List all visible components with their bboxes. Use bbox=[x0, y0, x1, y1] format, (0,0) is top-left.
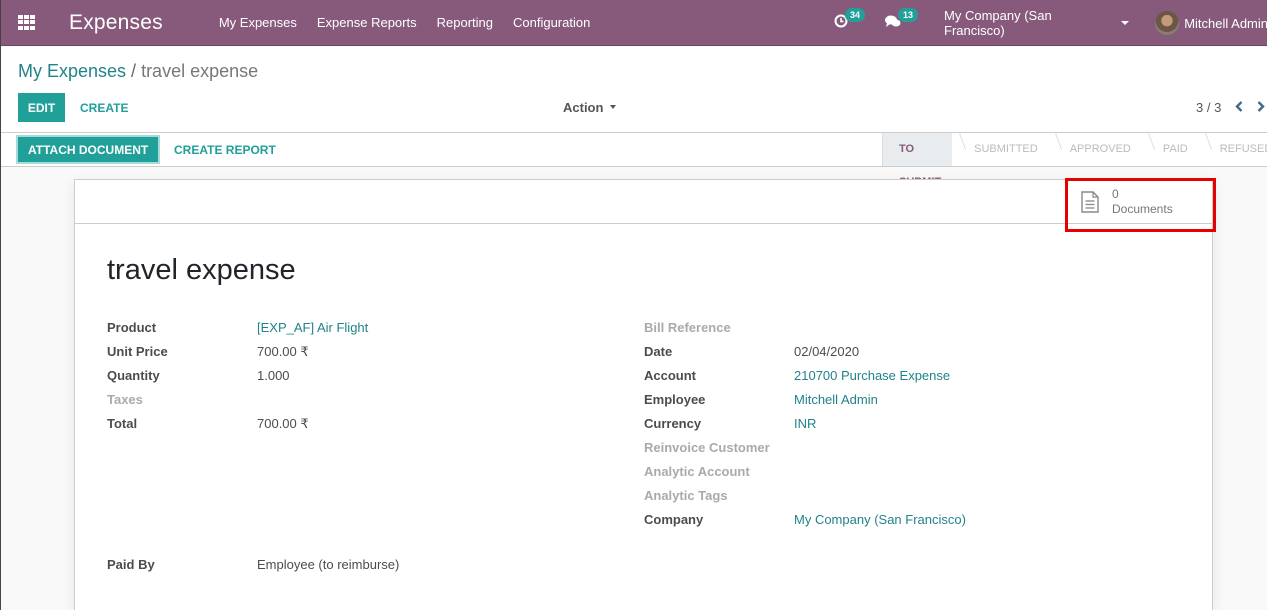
field-label: Date bbox=[644, 344, 673, 359]
currency-value[interactable]: INR bbox=[794, 412, 816, 436]
field-label: Analytic Account bbox=[644, 464, 750, 479]
app-title: Expenses bbox=[69, 10, 163, 34]
field-paid-by: Paid By Employee (to reimburse) bbox=[107, 553, 399, 577]
attach-document-button[interactable]: ATTACH DOCUMENT bbox=[16, 135, 161, 164]
record-title: travel expense bbox=[107, 254, 296, 286]
form-statusbar: ATTACH DOCUMENT CREATE REPORT TO SUBMIT … bbox=[1, 133, 1267, 188]
action-dropdown[interactable]: Action bbox=[563, 100, 617, 115]
activity-button[interactable]: 34 bbox=[834, 7, 866, 33]
main-menu: My Expenses Expense Reports Reporting Co… bbox=[219, 15, 610, 30]
create-button[interactable]: CREATE bbox=[73, 93, 135, 122]
document-icon bbox=[1081, 191, 1099, 213]
company-value[interactable]: My Company (San Francisco) bbox=[794, 508, 966, 532]
message-count-badge: 13 bbox=[898, 7, 919, 22]
field-label: Employee bbox=[644, 392, 706, 407]
breadcrumb-my-expenses[interactable]: My Expenses bbox=[18, 61, 126, 81]
stage-to-submit[interactable]: TO SUBMIT bbox=[882, 133, 953, 188]
pager-value[interactable]: 3 / 3 bbox=[1196, 100, 1221, 115]
menu-expense-reports[interactable]: Expense Reports bbox=[317, 15, 417, 30]
field-taxes: Taxes bbox=[107, 388, 368, 412]
documents-label: Documents bbox=[1112, 202, 1173, 216]
systray: 34 13 My Company (San Francisco) Mitchel… bbox=[834, 0, 1267, 46]
field-total: Total 700.00 ₹ bbox=[107, 412, 368, 436]
right-field-group: Bill Reference Date 02/04/2020 Account 2… bbox=[644, 316, 966, 532]
date-value: 02/04/2020 bbox=[794, 344, 860, 359]
paid-by-value: Employee (to reimburse) bbox=[257, 557, 400, 572]
field-label: Account bbox=[644, 368, 696, 383]
field-account: Account 210700 Purchase Expense bbox=[644, 364, 966, 388]
caret-down-icon bbox=[610, 104, 617, 109]
employee-value[interactable]: Mitchell Admin bbox=[794, 388, 878, 412]
documents-count: 0 bbox=[1112, 187, 1119, 201]
messages-button[interactable]: 13 bbox=[885, 7, 919, 33]
chevron-right-icon[interactable] bbox=[1257, 101, 1265, 114]
breadcrumb-separator: / bbox=[131, 61, 137, 81]
user-menu[interactable]: Mitchell Admin bbox=[1155, 11, 1267, 35]
field-label: Total bbox=[107, 416, 138, 431]
field-employee: Employee Mitchell Admin bbox=[644, 388, 966, 412]
breadcrumb-current: travel expense bbox=[141, 61, 259, 81]
top-navbar: Expenses My Expenses Expense Reports Rep… bbox=[1, 0, 1267, 46]
pager: 3 / 3 bbox=[1196, 100, 1265, 115]
breadcrumb: My Expenses / travel expense bbox=[18, 61, 258, 82]
field-label: Company bbox=[644, 512, 704, 527]
button-box: 0 Documents bbox=[75, 180, 1212, 224]
stage-refused[interactable]: REFUSED bbox=[1198, 133, 1267, 166]
field-label: Currency bbox=[644, 416, 702, 431]
caret-down-icon bbox=[1121, 21, 1130, 25]
field-label: Bill Reference bbox=[644, 320, 731, 335]
company-name: My Company (San Francisco) bbox=[944, 8, 1052, 38]
field-label: Product bbox=[107, 320, 157, 335]
field-product: Product [EXP_AF] Air Flight bbox=[107, 316, 368, 340]
bottom-field-group: Paid By Employee (to reimburse) bbox=[107, 553, 399, 577]
field-quantity: Quantity 1.000 bbox=[107, 364, 368, 388]
menu-configuration[interactable]: Configuration bbox=[513, 15, 590, 30]
field-date: Date 02/04/2020 bbox=[644, 340, 966, 364]
edit-button[interactable]: EDIT bbox=[18, 93, 65, 122]
field-label: Analytic Tags bbox=[644, 488, 728, 503]
stage-approved[interactable]: APPROVED bbox=[1048, 133, 1141, 166]
quantity-value: 1.000 bbox=[257, 368, 290, 383]
field-unit-price: Unit Price 700.00 ₹ bbox=[107, 340, 368, 364]
unit-price-value: 700.00 ₹ bbox=[257, 344, 309, 359]
apps-menu-icon[interactable] bbox=[18, 15, 35, 30]
stage-pipeline: TO SUBMIT SUBMITTED APPROVED PAID REFUSE… bbox=[882, 133, 1267, 188]
field-analytic-tags: Analytic Tags bbox=[644, 484, 966, 508]
documents-stat-text: 0 Documents bbox=[1112, 187, 1173, 217]
menu-my-expenses[interactable]: My Expenses bbox=[219, 15, 297, 30]
control-panel: My Expenses / travel expense EDIT CREATE A… bbox=[1, 47, 1267, 133]
field-label: Taxes bbox=[107, 392, 143, 407]
field-label: Quantity bbox=[107, 368, 160, 383]
field-bill-reference: Bill Reference bbox=[644, 316, 966, 340]
stage-submitted[interactable]: SUBMITTED bbox=[952, 133, 1048, 166]
field-analytic-account: Analytic Account bbox=[644, 460, 966, 484]
field-label: Paid By bbox=[107, 557, 155, 572]
action-label: Action bbox=[563, 100, 604, 115]
stage-paid[interactable]: PAID bbox=[1141, 133, 1198, 166]
product-value[interactable]: [EXP_AF] Air Flight bbox=[257, 316, 368, 340]
field-reinvoice-customer: Reinvoice Customer bbox=[644, 436, 966, 460]
field-label: Reinvoice Customer bbox=[644, 440, 770, 455]
create-report-button[interactable]: CREATE REPORT bbox=[165, 135, 285, 164]
total-value: 700.00 ₹ bbox=[257, 416, 309, 431]
company-switcher[interactable]: My Company (San Francisco) bbox=[944, 8, 1130, 38]
account-value[interactable]: 210700 Purchase Expense bbox=[794, 364, 950, 388]
field-currency: Currency INR bbox=[644, 412, 966, 436]
field-label: Unit Price bbox=[107, 344, 168, 359]
documents-stat-button[interactable]: 0 Documents bbox=[1066, 180, 1212, 224]
form-sheet: 0 Documents travel expense Product [EXP_… bbox=[74, 179, 1213, 610]
left-field-group: Product [EXP_AF] Air Flight Unit Price 7… bbox=[107, 316, 368, 436]
user-name: Mitchell Admin bbox=[1184, 15, 1267, 31]
activity-count-badge: 34 bbox=[845, 7, 866, 22]
chevron-left-icon[interactable] bbox=[1235, 101, 1243, 114]
menu-reporting[interactable]: Reporting bbox=[437, 15, 493, 30]
avatar bbox=[1155, 11, 1180, 35]
field-company: Company My Company (San Francisco) bbox=[644, 508, 966, 532]
